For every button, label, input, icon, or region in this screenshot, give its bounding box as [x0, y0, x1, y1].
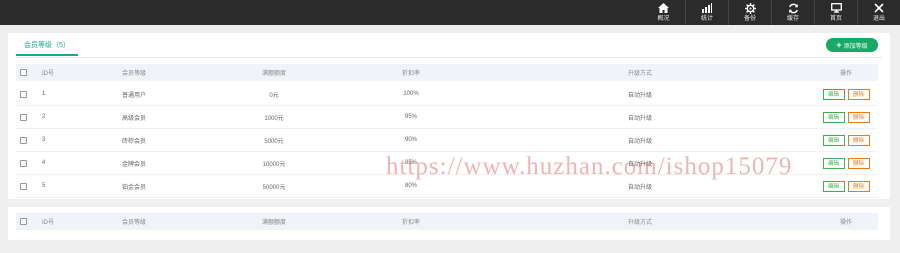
- add-level-label: 添加等级: [843, 43, 868, 50]
- header-id: ID号: [42, 71, 55, 77]
- cell-id: 4: [42, 160, 46, 166]
- cell-operations: 编辑 删除: [814, 106, 878, 128]
- cell-upgrade: 自动升级: [628, 184, 653, 191]
- secondary-table-panel: ID号 会员等级 满额额度 折扣率 升级方式 操作: [8, 207, 890, 240]
- cell-discount: 85%: [404, 160, 417, 166]
- cell-amount: 50000元: [262, 184, 286, 191]
- table-row: 3 砖棕会员 5000元 90% 自动升级 编辑 删除: [16, 129, 878, 152]
- delete-button[interactable]: 删除: [847, 111, 870, 123]
- edit-button[interactable]: 编辑: [822, 157, 845, 169]
- cell-amount: 5000元: [264, 138, 284, 145]
- cell-upgrade: 自动升级: [628, 138, 653, 145]
- cell-level: 高级会员: [122, 115, 147, 122]
- cell-upgrade: 自动升级: [628, 92, 653, 99]
- edit-button[interactable]: 编辑: [822, 134, 845, 146]
- header-operations: 操作: [839, 220, 852, 226]
- tab-member-levels[interactable]: 会员等级（5）: [16, 40, 78, 56]
- cell-operations: 编辑 删除: [814, 152, 878, 174]
- cell-upgrade: 自动升级: [628, 115, 653, 122]
- header-upgrade: 升级方式: [628, 71, 653, 77]
- cell-amount: 10000元: [262, 161, 286, 168]
- bar-chart-icon: [701, 2, 713, 14]
- header-operations: 操作: [839, 71, 852, 77]
- cell-id: 2: [42, 114, 46, 120]
- header-level: 会员等级: [122, 71, 147, 77]
- gear-icon: [744, 2, 756, 14]
- cell-discount: 90%: [404, 137, 417, 143]
- header-discount: 折扣率: [401, 71, 420, 77]
- delete-button[interactable]: 删除: [847, 157, 870, 169]
- table-row: 2 高级会员 1000元 95% 自动升级 编辑 删除: [16, 106, 878, 129]
- table-header: ID号 会员等级 满额额度 折扣率 升级方式 操作: [16, 213, 878, 230]
- cell-operations: 编辑 删除: [814, 129, 878, 151]
- select-all-checkbox[interactable]: [20, 213, 30, 230]
- header-id: ID号: [42, 220, 55, 226]
- top-nav: 概况 统计 备份 缓存 首页 退出: [642, 0, 900, 25]
- close-icon: [873, 2, 885, 14]
- cell-discount: 95%: [404, 114, 417, 120]
- table-row: 5 铂金会员 50000元 80% 自动升级 编辑 删除: [16, 175, 878, 198]
- nav-backup[interactable]: 备份: [728, 0, 771, 25]
- row-checkbox[interactable]: [20, 129, 30, 151]
- cell-level: 砖棕会员: [122, 138, 147, 145]
- nav-logout-label: 退出: [872, 16, 885, 22]
- header-upgrade: 升级方式: [628, 220, 653, 226]
- nav-backup-label: 备份: [743, 16, 756, 22]
- nav-statistics[interactable]: 统计: [685, 0, 728, 25]
- member-level-panel: 会员等级（5） + 添加等级 ID号 会员等级 满额额度 折扣率 升级方式 操作…: [8, 33, 890, 199]
- row-checkbox[interactable]: [20, 83, 30, 105]
- cell-id: 5: [42, 183, 46, 189]
- cell-operations: 编辑 删除: [814, 175, 878, 197]
- table-row: 4 金牌会员 10000元 85% 自动升级 编辑 删除: [16, 152, 878, 175]
- monitor-icon: [830, 2, 842, 14]
- row-checkbox[interactable]: [20, 106, 30, 128]
- cell-id: 1: [42, 91, 46, 97]
- cell-upgrade: 自动升级: [628, 161, 653, 168]
- nav-overview[interactable]: 概况: [642, 0, 685, 25]
- cell-discount: 100%: [403, 91, 419, 97]
- cell-operations: 编辑 删除: [814, 83, 878, 105]
- header-amount: 满额额度: [261, 71, 286, 77]
- edit-button[interactable]: 编辑: [822, 111, 845, 123]
- cell-discount: 80%: [404, 183, 417, 189]
- cell-id: 3: [42, 137, 46, 143]
- delete-button[interactable]: 删除: [847, 180, 870, 192]
- nav-statistics-label: 统计: [700, 16, 713, 22]
- nav-homepage-label: 首页: [829, 16, 842, 22]
- table-header: ID号 会员等级 满额额度 折扣率 升级方式 操作: [16, 64, 878, 81]
- delete-button[interactable]: 删除: [847, 88, 870, 100]
- header-amount: 满额额度: [261, 220, 286, 226]
- header-level: 会员等级: [122, 220, 147, 226]
- top-bar: 概况 统计 备份 缓存 首页 退出: [0, 0, 900, 25]
- edit-button[interactable]: 编辑: [822, 88, 845, 100]
- tab-divider: [16, 57, 882, 58]
- edit-button[interactable]: 编辑: [822, 180, 845, 192]
- cell-amount: 0元: [269, 92, 279, 99]
- table-row: 1 普通用户 0元 100% 自动升级 编辑 删除: [16, 83, 878, 106]
- cell-level: 普通用户: [122, 92, 147, 99]
- cell-amount: 1000元: [264, 115, 284, 122]
- refresh-icon: [787, 2, 799, 14]
- nav-logout[interactable]: 退出: [857, 0, 900, 25]
- select-all-checkbox[interactable]: [20, 64, 30, 81]
- cell-level: 铂金会员: [122, 184, 147, 191]
- header-discount: 折扣率: [401, 220, 420, 226]
- add-level-button[interactable]: + 添加等级: [826, 38, 878, 52]
- plus-icon: +: [836, 39, 842, 50]
- cell-level: 金牌会员: [122, 161, 147, 168]
- home-icon: [658, 2, 670, 14]
- nav-homepage[interactable]: 首页: [814, 0, 857, 25]
- delete-button[interactable]: 删除: [847, 134, 870, 146]
- row-checkbox[interactable]: [20, 152, 30, 174]
- nav-cache-label: 缓存: [786, 16, 799, 22]
- row-checkbox[interactable]: [20, 175, 30, 197]
- nav-cache[interactable]: 缓存: [771, 0, 814, 25]
- nav-overview-label: 概况: [657, 16, 670, 22]
